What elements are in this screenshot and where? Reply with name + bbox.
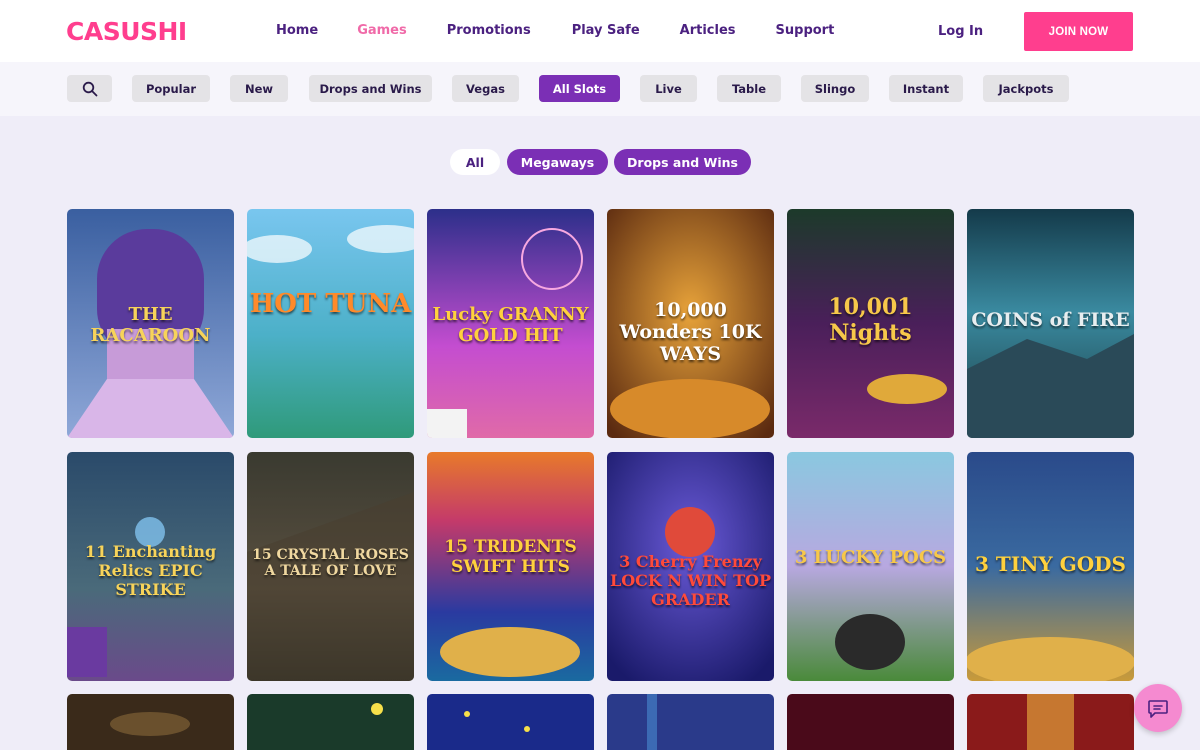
- game-tile[interactable]: [427, 694, 594, 750]
- game-tile[interactable]: 15 CRYSTAL ROSES A TALE OF LOVE: [247, 452, 414, 681]
- nav-home[interactable]: Home: [276, 23, 318, 38]
- chat-button[interactable]: [1134, 684, 1182, 732]
- logo[interactable]: CASUSHI: [66, 17, 187, 46]
- game-title: THE RACAROON: [90, 304, 211, 346]
- game-tile[interactable]: 10,001 Nights: [787, 209, 954, 438]
- filter-drops-and-wins[interactable]: Drops and Wins: [614, 149, 751, 175]
- filter-megaways[interactable]: Megaways: [507, 149, 608, 175]
- sub-filter-bar: All Megaways Drops and Wins: [0, 149, 1200, 175]
- nav-support[interactable]: Support: [776, 23, 835, 38]
- game-title: 3 TINY GODS: [975, 552, 1126, 576]
- game-tile[interactable]: [787, 694, 954, 750]
- game-tile[interactable]: [67, 694, 234, 750]
- category-vegas[interactable]: Vegas: [452, 75, 519, 102]
- game-title: Lucky GRANNY GOLD HIT: [432, 304, 589, 346]
- game-tile[interactable]: 3 TINY GODS: [967, 452, 1134, 681]
- category-live[interactable]: Live: [640, 75, 697, 102]
- category-popular[interactable]: Popular: [132, 75, 210, 102]
- category-jackpots[interactable]: Jackpots: [983, 75, 1069, 102]
- join-now-button[interactable]: JOIN NOW: [1024, 12, 1133, 51]
- game-art: [67, 694, 234, 750]
- main-nav: Home Games Promotions Play Safe Articles…: [276, 23, 834, 38]
- nav-articles[interactable]: Articles: [680, 23, 736, 38]
- game-title: 15 TRIDENTS SWIFT HITS: [444, 537, 577, 577]
- game-art: [607, 694, 774, 750]
- search-button[interactable]: [67, 75, 112, 102]
- game-title: COINS of FIRE: [971, 309, 1130, 331]
- game-tile[interactable]: 11 Enchanting Relics EPIC STRIKE: [67, 452, 234, 681]
- search-icon: [82, 81, 97, 96]
- category-table[interactable]: Table: [717, 75, 781, 102]
- game-title: 10,000 Wonders 10K WAYS: [619, 299, 762, 365]
- chat-icon: [1148, 700, 1168, 718]
- login-link[interactable]: Log In: [938, 24, 983, 39]
- category-slingo[interactable]: Slingo: [801, 75, 869, 102]
- game-tile[interactable]: 10,000 Wonders 10K WAYS: [607, 209, 774, 438]
- game-tile[interactable]: HOT TUNA: [247, 209, 414, 438]
- game-tile[interactable]: [967, 694, 1134, 750]
- category-drops-and-wins[interactable]: Drops and Wins: [309, 75, 432, 102]
- game-art: [247, 694, 414, 750]
- game-title: 15 CRYSTAL ROSES A TALE OF LOVE: [252, 547, 409, 579]
- game-tile[interactable]: [607, 694, 774, 750]
- category-all-slots[interactable]: All Slots: [539, 75, 620, 102]
- game-title: 10,001 Nights: [828, 294, 913, 346]
- category-bar: Popular New Drops and Wins Vegas All Slo…: [0, 62, 1200, 116]
- nav-games[interactable]: Games: [357, 23, 407, 38]
- game-tile[interactable]: [247, 694, 414, 750]
- game-title: 3 LUCKY POCS: [794, 547, 947, 568]
- game-tile[interactable]: 15 TRIDENTS SWIFT HITS: [427, 452, 594, 681]
- game-tile[interactable]: 3 LUCKY POCS: [787, 452, 954, 681]
- nav-promotions[interactable]: Promotions: [447, 23, 531, 38]
- game-art: [247, 209, 414, 438]
- game-art: [967, 694, 1134, 750]
- game-title: 11 Enchanting Relics EPIC STRIKE: [84, 542, 217, 599]
- game-tile[interactable]: Lucky GRANNY GOLD HIT: [427, 209, 594, 438]
- game-title: 3 Cherry Frenzy LOCK N WIN TOP GRADER: [609, 552, 772, 609]
- site-header: CASUSHI Home Games Promotions Play Safe …: [0, 0, 1200, 62]
- filter-all[interactable]: All: [450, 149, 500, 175]
- game-tile[interactable]: COINS of FIRE: [967, 209, 1134, 438]
- category-new[interactable]: New: [230, 75, 288, 102]
- nav-play-safe[interactable]: Play Safe: [572, 23, 640, 38]
- game-art: [427, 694, 594, 750]
- game-tile[interactable]: 3 Cherry Frenzy LOCK N WIN TOP GRADER: [607, 452, 774, 681]
- category-instant[interactable]: Instant: [889, 75, 963, 102]
- game-title: HOT TUNA: [249, 289, 412, 319]
- game-tile[interactable]: THE RACAROON: [67, 209, 234, 438]
- game-art: [787, 694, 954, 750]
